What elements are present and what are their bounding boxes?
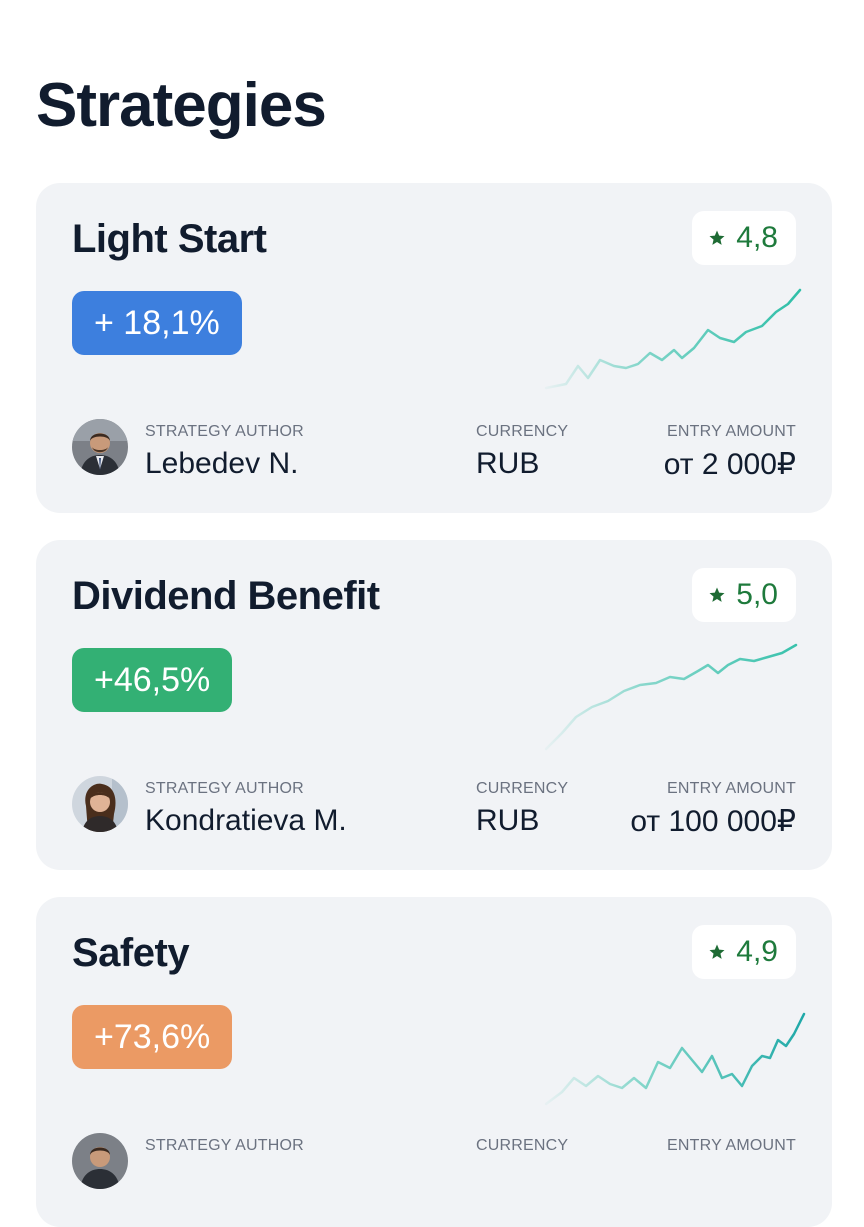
author-avatar [72, 776, 128, 832]
rating-value: 4,8 [736, 221, 778, 254]
strategy-name: Light Start [72, 217, 267, 261]
currency-label: CURRENCY [476, 423, 569, 440]
return-badge: +73,6% [72, 1005, 233, 1069]
entry-amount-label: ENTRY AMOUNT [667, 1137, 796, 1154]
author-label: STRATEGY AUTHOR [145, 1137, 304, 1154]
strategy-card-light-start[interactable]: Light Start 4,8 + 18,1% STRATEGY AUTHOR … [36, 183, 832, 513]
page-title: Strategies [36, 71, 327, 140]
rating-value: 4,9 [736, 935, 778, 968]
strategy-name: Dividend Benefit [72, 574, 380, 618]
performance-sparkline [544, 288, 802, 390]
currency-label: CURRENCY [476, 780, 569, 797]
strategy-card-dividend-benefit[interactable]: Dividend Benefit 5,0 +46,5% STRATEGY AUT… [36, 540, 832, 870]
performance-sparkline [544, 1012, 806, 1106]
rating-badge: 5,0 [692, 568, 796, 622]
rating-value: 5,0 [736, 578, 778, 611]
author-name: Lebedev N. [145, 447, 299, 480]
entry-amount-label: ENTRY AMOUNT [667, 780, 796, 797]
star-icon [708, 586, 726, 604]
rating-badge: 4,8 [692, 211, 796, 265]
strategy-card-safety[interactable]: Safety 4,9 +73,6% STRATEGY AUTHOR CURREN… [36, 897, 832, 1227]
return-badge: + 18,1% [72, 291, 242, 355]
author-label: STRATEGY AUTHOR [145, 423, 304, 440]
currency-value: RUB [476, 447, 540, 480]
currency-label: CURRENCY [476, 1137, 569, 1154]
author-label: STRATEGY AUTHOR [145, 780, 304, 797]
entry-amount-value: от 100 000₽ [630, 805, 796, 838]
entry-amount-label: ENTRY AMOUNT [667, 423, 796, 440]
entry-amount-value: от 2 000₽ [663, 448, 796, 481]
star-icon [708, 229, 726, 247]
return-badge: +46,5% [72, 648, 233, 712]
performance-sparkline [544, 643, 798, 751]
currency-value: RUB [476, 804, 540, 837]
author-avatar [72, 1133, 128, 1189]
star-icon [708, 943, 726, 961]
strategy-name: Safety [72, 931, 190, 975]
author-avatar [72, 419, 128, 475]
rating-badge: 4,9 [692, 925, 796, 979]
author-name: Kondratieva M. [145, 804, 347, 837]
